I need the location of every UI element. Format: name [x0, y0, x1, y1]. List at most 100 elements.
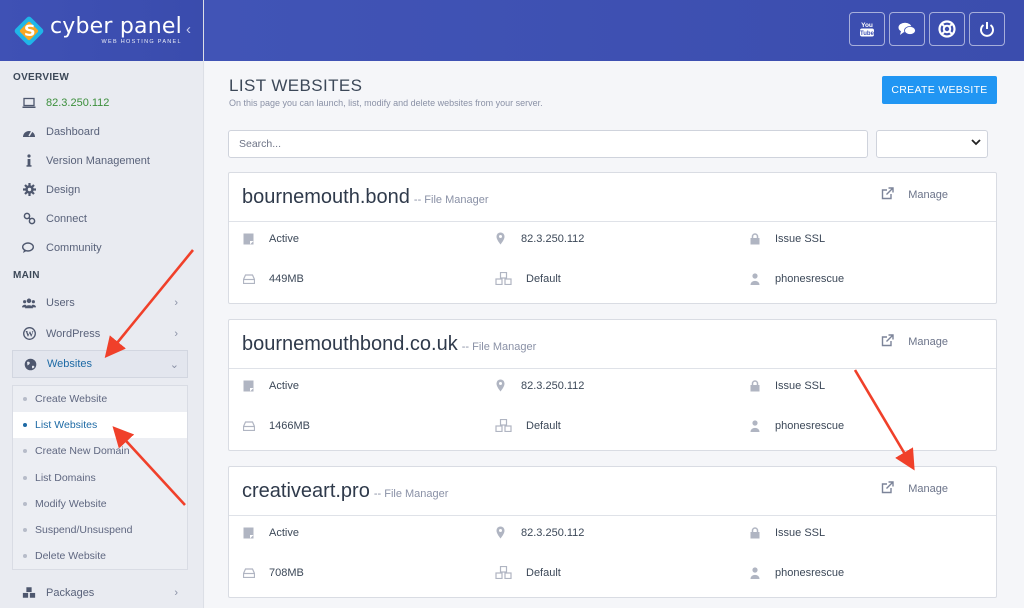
domain-name[interactable]: bournemouthbond.co.uk: [242, 333, 458, 355]
bullet-icon: [23, 397, 27, 402]
submenu-item-create-website[interactable]: Create Website: [13, 386, 187, 412]
manage-link[interactable]: Manage: [881, 481, 948, 497]
website-status: Active: [269, 379, 299, 392]
file-manager-link[interactable]: -- File Manager: [462, 341, 537, 353]
map-marker-icon: [494, 232, 507, 245]
bullet-icon: [23, 423, 27, 428]
sidebar-item-community[interactable]: Community: [0, 233, 204, 262]
svg-text:W: W: [25, 329, 34, 339]
website-info-row: Active 82.3.250.112 Issue SSL: [229, 526, 996, 546]
sidebar-item-version-management[interactable]: Version Management: [0, 146, 204, 175]
website-domain[interactable]: bournemouthbond.co.uk -- File Manager: [242, 333, 536, 356]
comments-icon: [22, 241, 36, 255]
website-info-row: 708MB Default phonesrescue: [229, 566, 996, 586]
issue-ssl-link[interactable]: Issue SSL: [775, 527, 825, 539]
lock-icon: [748, 379, 761, 392]
submenu-label: List Websites: [35, 419, 98, 432]
website-ip: 82.3.250.112: [521, 379, 585, 392]
sidebar-item-connect[interactable]: Connect: [0, 204, 204, 233]
domain-name[interactable]: creativeart.pro: [242, 480, 370, 502]
website-card-header: bournemouth.bond -- File Manager Manage: [229, 173, 996, 222]
cubes-icon: [494, 419, 512, 432]
submenu-item-delete-website[interactable]: Delete Website: [13, 543, 187, 569]
submenu-item-modify-website[interactable]: Modify Website: [13, 491, 187, 517]
sidebar-item-packages[interactable]: Packages ›: [0, 578, 204, 607]
sidebar-item-users[interactable]: Users ›: [0, 288, 204, 317]
bullet-icon: [23, 449, 27, 454]
website-disk-usage: 708MB: [269, 566, 304, 579]
search-input[interactable]: [228, 130, 868, 158]
sidebar-item-wordpress[interactable]: W WordPress ›: [0, 319, 204, 348]
submenu-item-list-domains[interactable]: List Domains: [13, 465, 187, 491]
file-manager-link[interactable]: -- File Manager: [414, 194, 489, 206]
external-link-icon: [881, 187, 894, 203]
issue-ssl-link[interactable]: Issue SSL: [775, 233, 825, 245]
website-owner: phonesrescue: [775, 566, 845, 579]
sidebar-item-label: Users: [46, 296, 75, 309]
lifebuoy-icon[interactable]: [929, 12, 965, 46]
user-icon: [748, 419, 761, 432]
lock-icon: [748, 526, 761, 539]
user-icon: [748, 272, 761, 285]
issue-ssl-link[interactable]: Issue SSL: [775, 380, 825, 392]
sidebar-item-label: Connect: [46, 212, 87, 225]
bullet-icon: [23, 501, 27, 506]
sidebar-item-websites[interactable]: Websites ⌄: [12, 350, 188, 378]
ssl-cell[interactable]: Issue SSL: [748, 526, 825, 539]
website-info-row: Active 82.3.250.112 Issue SSL: [229, 232, 996, 252]
chevron-left-icon[interactable]: ‹: [186, 21, 191, 38]
cubes-icon: [494, 272, 512, 285]
sidebar-item-design[interactable]: Design: [0, 175, 204, 204]
website-domain[interactable]: bournemouth.bond -- File Manager: [242, 186, 489, 209]
manage-link[interactable]: Manage: [881, 334, 948, 350]
website-card: bournemouth.bond -- File Manager Manage A…: [228, 172, 997, 304]
submenu-item-suspend-unsuspend[interactable]: Suspend/Unsuspend: [13, 517, 187, 543]
filter-select[interactable]: [876, 130, 988, 158]
website-status: Active: [269, 232, 299, 245]
domain-name[interactable]: bournemouth.bond: [242, 186, 410, 208]
ssl-cell[interactable]: Issue SSL: [748, 232, 825, 245]
submenu-label: Modify Website: [35, 497, 107, 510]
file-manager-link[interactable]: -- File Manager: [374, 488, 449, 500]
file-icon: [242, 232, 255, 245]
external-link-icon: [881, 334, 894, 350]
package-cell: Default: [494, 566, 561, 579]
hdd-icon: [242, 419, 255, 432]
top-bar: You Tube: [204, 0, 1024, 61]
sidebar-item-label: Websites: [47, 358, 93, 370]
owner-cell: phonesrescue: [748, 272, 844, 285]
website-domain[interactable]: creativeart.pro -- File Manager: [242, 480, 448, 503]
submenu-item-create-new-domain[interactable]: Create New Domain: [13, 438, 187, 464]
dashboard-icon: [22, 125, 36, 139]
power-icon[interactable]: [969, 12, 1005, 46]
manage-label: Manage: [908, 336, 948, 348]
main-content: LIST WEBSITES On this page you can launc…: [205, 61, 1024, 608]
users-icon: [22, 296, 36, 310]
chat-icon[interactable]: [889, 12, 925, 46]
brand-tagline: WEB HOSTING PANEL: [101, 39, 182, 45]
manage-link[interactable]: Manage: [881, 187, 948, 203]
submenu-item-list-websites[interactable]: List Websites: [13, 412, 187, 439]
svg-text:You: You: [861, 22, 873, 29]
status-cell: Active: [242, 379, 299, 392]
sidebar-item-dashboard[interactable]: Dashboard: [0, 117, 204, 146]
website-card: bournemouthbond.co.uk -- File Manager Man…: [228, 319, 997, 451]
sidebar-item-ip[interactable]: 82.3.250.112: [0, 88, 204, 117]
ssl-cell[interactable]: Issue SSL: [748, 379, 825, 392]
manage-label: Manage: [908, 483, 948, 495]
chevron-down-icon: [971, 137, 981, 149]
website-info-row: Active 82.3.250.112 Issue SSL: [229, 379, 996, 399]
globe-icon: [23, 357, 37, 371]
youtube-icon[interactable]: You Tube: [849, 12, 885, 46]
cyberpanel-logo-icon[interactable]: S: [13, 14, 45, 47]
website-status: Active: [269, 526, 299, 539]
file-icon: [242, 526, 255, 539]
create-website-button[interactable]: CREATE WEBSITE: [882, 76, 997, 104]
sidebar-item-label: Packages: [46, 586, 95, 599]
disk-cell: 449MB: [242, 272, 304, 285]
page-title: LIST WEBSITES: [229, 76, 363, 95]
websites-submenu: Create Website List Websites Create New …: [12, 385, 188, 571]
submenu-label: Create New Domain: [35, 445, 130, 458]
map-marker-icon: [494, 526, 507, 539]
file-icon: [242, 379, 255, 392]
